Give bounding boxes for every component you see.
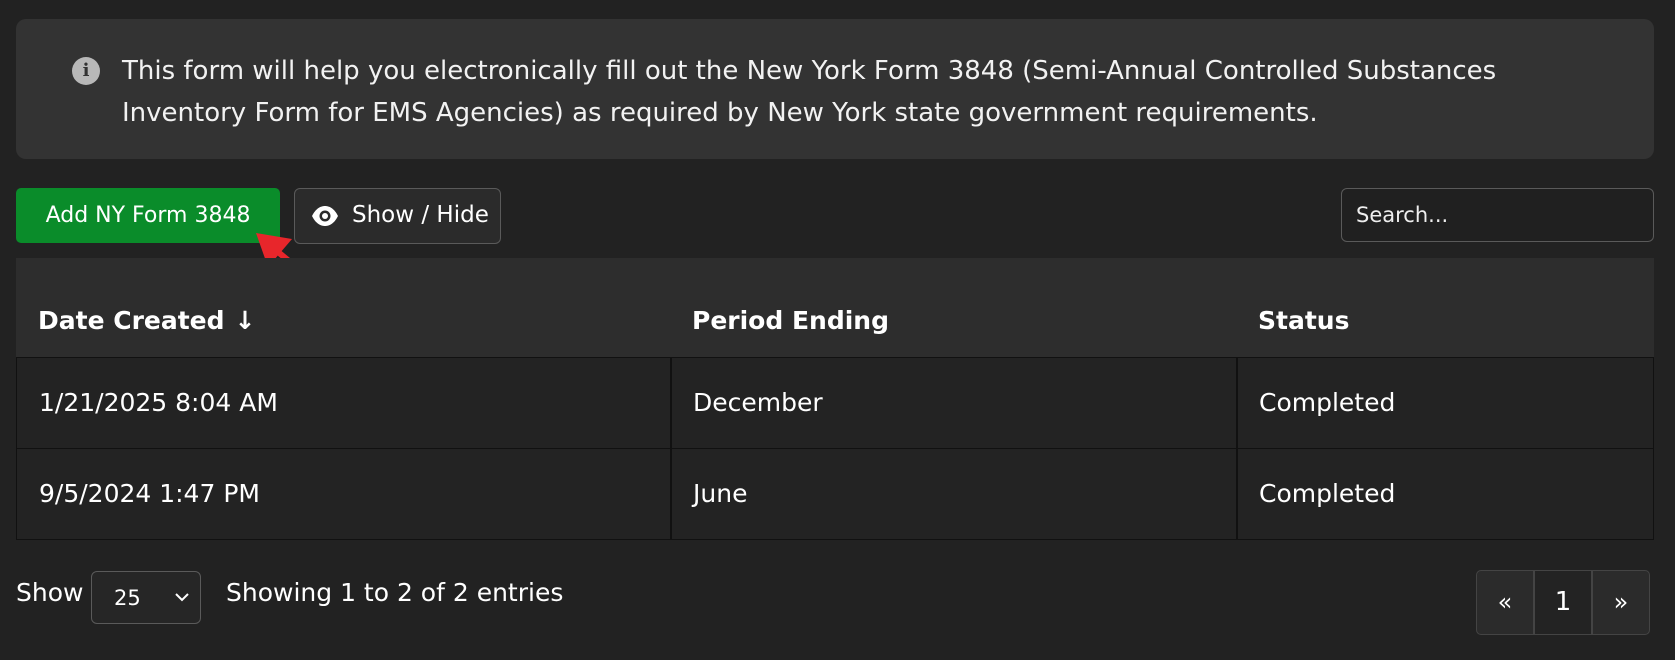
add-ny-form-3848-button[interactable]: Add NY Form 3848: [16, 188, 280, 243]
cell-date-created: 9/5/2024 1:47 PM: [39, 479, 260, 508]
pagination-page-1[interactable]: 1: [1534, 570, 1592, 635]
cell-status: Completed: [1259, 479, 1396, 508]
page-size-select[interactable]: 25: [91, 571, 201, 624]
column-divider: [670, 449, 672, 539]
chevron-down-icon: [175, 593, 189, 602]
search-input[interactable]: [1341, 188, 1654, 242]
info-icon: i: [72, 57, 100, 85]
table-row[interactable]: 9/5/2024 1:47 PM June Completed: [16, 449, 1654, 540]
cell-status: Completed: [1259, 388, 1396, 417]
page-size-value: 25: [114, 586, 141, 610]
show-entries-label: Show: [16, 578, 84, 607]
pagination-next-button[interactable]: »: [1592, 570, 1650, 635]
column-divider: [1236, 449, 1238, 539]
page: i This form will help you electronically…: [0, 0, 1675, 660]
cell-date-created: 1/21/2025 8:04 AM: [39, 388, 278, 417]
sort-down-icon: ↓: [234, 306, 256, 335]
info-text: This form will help you electronically f…: [122, 56, 1497, 128]
forms-table: Date Created ↓ Period Ending Status 1/21/…: [16, 258, 1654, 540]
pagination-previous-button[interactable]: «: [1476, 570, 1534, 635]
column-divider: [1236, 358, 1238, 448]
show-hide-label: Show / Hide: [352, 202, 489, 228]
table-header: Date Created ↓ Period Ending Status: [16, 258, 1654, 358]
entries-info: Showing 1 to 2 of 2 entries: [226, 578, 564, 607]
column-header-label: Date Created: [38, 306, 225, 335]
table-row[interactable]: 1/21/2025 8:04 AM December Completed: [16, 358, 1654, 449]
cell-period-ending: June: [693, 479, 748, 508]
pagination: « 1 »: [1476, 570, 1650, 635]
cell-period-ending: December: [693, 388, 823, 417]
column-divider: [670, 358, 672, 448]
